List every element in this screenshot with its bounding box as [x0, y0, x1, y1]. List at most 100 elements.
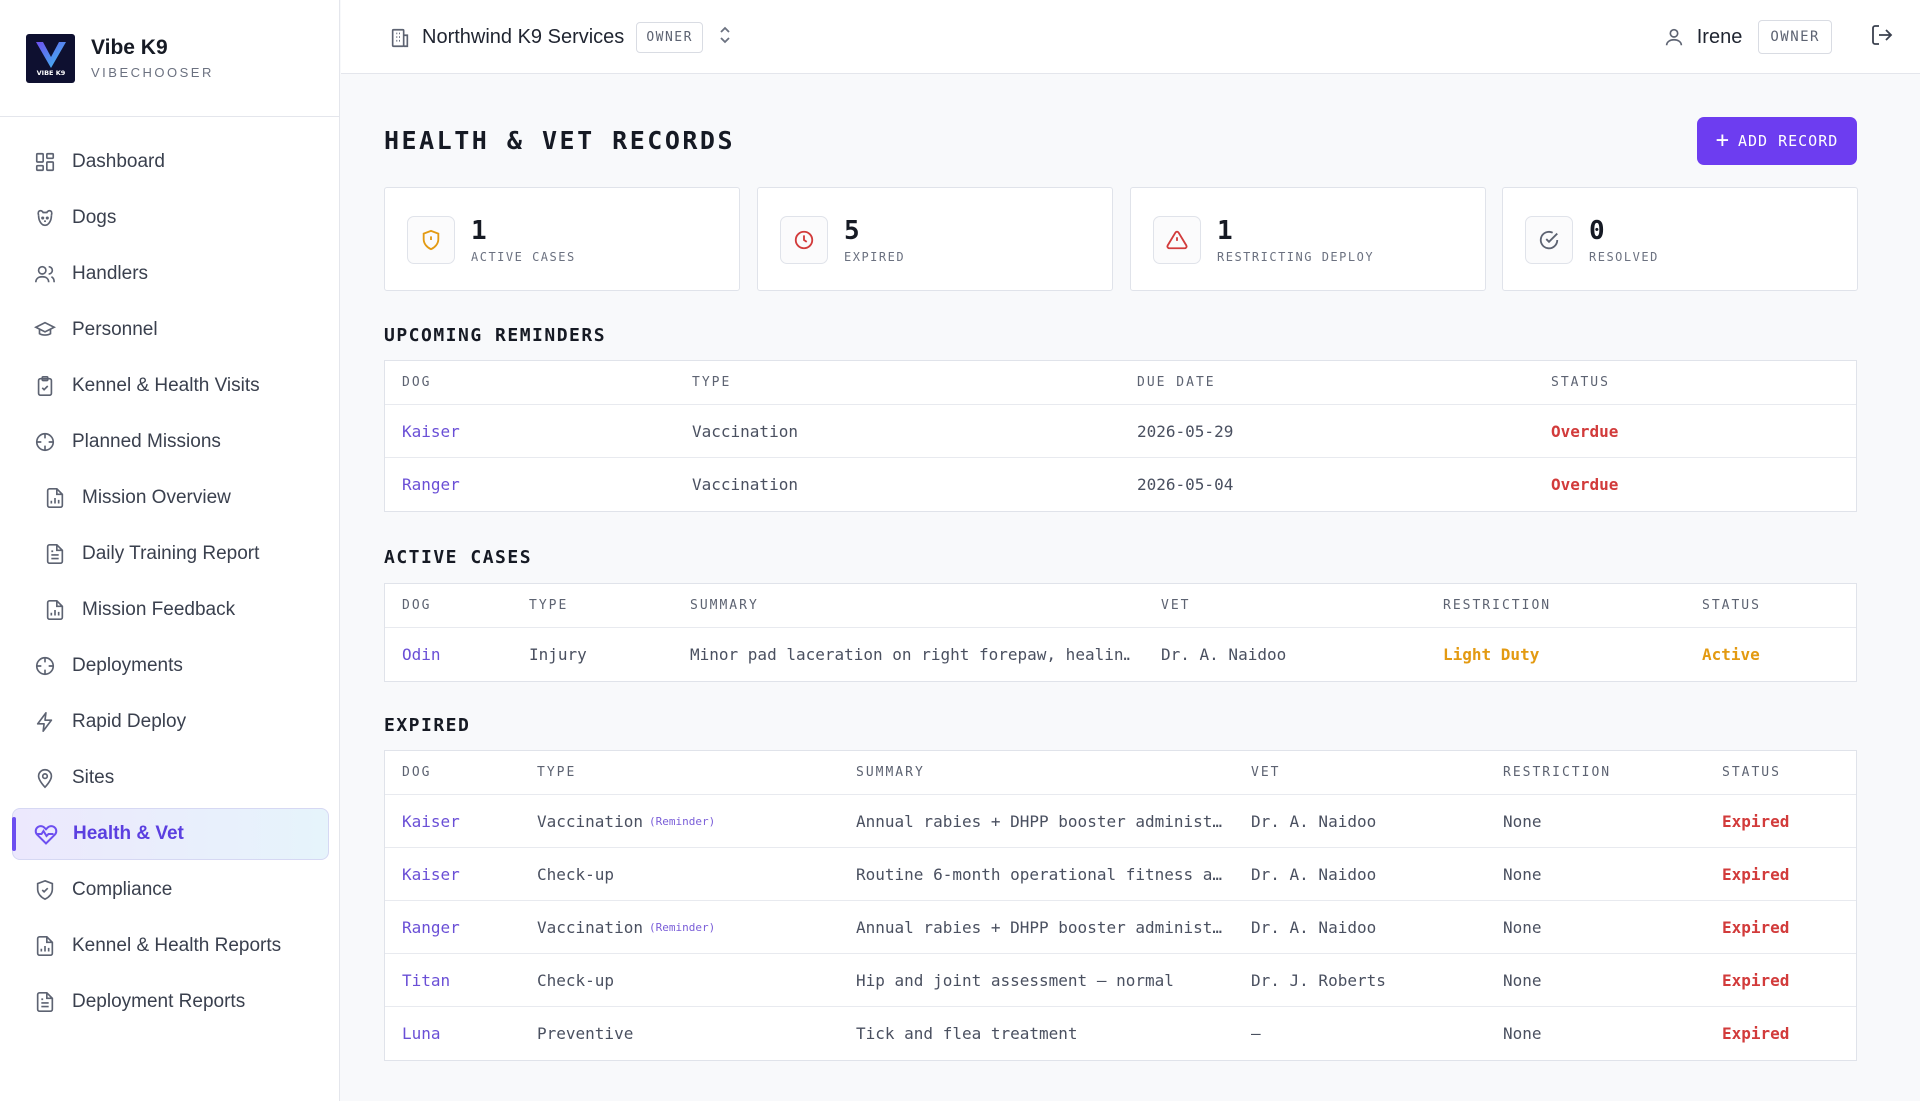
user-icon	[1663, 26, 1685, 48]
crosshair-icon	[32, 429, 58, 455]
restriction-cell: None	[1503, 970, 1542, 990]
section-title-active-cases: ACTIVE CASES	[384, 547, 533, 568]
sidebar-item-personnel[interactable]: Personnel	[12, 304, 329, 356]
brand-logo: VIBE K9	[26, 33, 75, 83]
summary-cell: Routine 6-month operational fitness a…	[856, 864, 1223, 884]
type-cell: Vaccination (Reminder)	[537, 795, 715, 847]
restriction-cell: None	[1503, 864, 1542, 884]
sidebar-item-handlers[interactable]: Handlers	[12, 248, 329, 300]
stat-value: 1	[471, 216, 487, 246]
chevron-up-down-icon[interactable]	[717, 25, 733, 50]
map-pin-icon	[32, 765, 58, 791]
section-title-reminders: UPCOMING REMINDERS	[384, 325, 607, 346]
table-row[interactable]: Kaiser Vaccination (Reminder) Annual rabi…	[385, 795, 1856, 848]
type-text: Vaccination	[537, 811, 643, 831]
table-row[interactable]: Odin Injury Minor pad laceration on righ…	[385, 628, 1856, 681]
add-record-button[interactable]: + ADD RECORD	[1697, 117, 1857, 165]
column-header: STATUS	[1551, 375, 1610, 390]
shield-alert-icon	[407, 216, 455, 264]
sidebar-item-kennel-health-reports[interactable]: Kennel & Health Reports	[12, 920, 329, 972]
clipboard-check-icon	[32, 373, 58, 399]
sidebar-item-kennel-health-visits[interactable]: Kennel & Health Visits	[12, 360, 329, 412]
sidebar-item-rapid-deploy[interactable]: Rapid Deploy	[12, 696, 329, 748]
sidebar-item-sites[interactable]: Sites	[12, 752, 329, 804]
sidebar-item-label: Kennel & Health Visits	[72, 375, 260, 396]
vet-cell: —	[1251, 1024, 1261, 1043]
summary-cell: Tick and flea treatment	[856, 1024, 1078, 1043]
brand-subtitle: VIBECHOOSER	[91, 65, 214, 80]
user-menu: Irene OWNER	[1663, 20, 1894, 54]
alert-triangle-icon	[1153, 216, 1201, 264]
dog-link[interactable]: Titan	[402, 954, 450, 1006]
check-circle-icon	[1525, 216, 1573, 264]
dog-link[interactable]: Luna	[402, 1007, 441, 1060]
table-row[interactable]: Ranger Vaccination (Reminder) Annual rabi…	[385, 901, 1856, 954]
column-header: DUE DATE	[1137, 375, 1216, 390]
sidebar-item-label: Deployments	[72, 655, 183, 676]
status-cell: Expired	[1722, 1024, 1790, 1043]
vet-cell: Dr. J. Roberts	[1251, 970, 1386, 990]
table-header-row: DOG TYPE SUMMARY VET RESTRICTION STATUS	[385, 584, 1856, 628]
stat-label: EXPIRED	[844, 250, 906, 264]
sidebar-item-dashboard[interactable]: Dashboard	[12, 136, 329, 188]
svg-text:VIBE K9: VIBE K9	[36, 69, 65, 77]
brand-name: Vibe K9	[91, 36, 168, 59]
crosshair-icon	[32, 653, 58, 679]
reminder-tag: (Reminder)	[648, 920, 716, 934]
sidebar-item-compliance[interactable]: Compliance	[12, 864, 329, 916]
table-row[interactable]: Kaiser Check-up Routine 6-month operatio…	[385, 848, 1856, 901]
sidebar-item-label: Dogs	[72, 207, 117, 228]
active-cases-table: DOG TYPE SUMMARY VET RESTRICTION STATUS …	[384, 583, 1857, 682]
column-header: SUMMARY	[856, 765, 925, 780]
column-header: VET	[1251, 765, 1281, 780]
sidebar: VIBE K9 Vibe K9 VIBECHOOSER Dashboard Do…	[0, 0, 340, 1101]
table-row[interactable]: Kaiser Vaccination 2026-05-29 Overdue	[385, 405, 1856, 458]
column-header: TYPE	[692, 375, 732, 390]
sidebar-item-mission-overview[interactable]: Mission Overview	[12, 472, 329, 524]
org-name: Northwind K9 Services	[422, 26, 625, 48]
status-cell: Overdue	[1551, 421, 1619, 441]
sidebar-item-daily-training-report[interactable]: Daily Training Report	[12, 528, 329, 580]
org-role-badge: OWNER	[636, 22, 703, 53]
dog-link[interactable]: Ranger	[402, 458, 460, 511]
sidebar-item-label: Deployment Reports	[72, 991, 246, 1012]
summary-cell: Minor pad laceration on right forepaw, h…	[690, 645, 1130, 664]
reminder-tag: (Reminder)	[648, 814, 716, 828]
org-switcher[interactable]: Northwind K9 Services OWNER	[388, 22, 733, 53]
status-cell: Expired	[1722, 864, 1790, 884]
sidebar-item-deployments[interactable]: Deployments	[12, 640, 329, 692]
status-cell: Overdue	[1551, 475, 1619, 494]
table-row[interactable]: Luna Preventive Tick and flea treatment …	[385, 1007, 1856, 1060]
stat-value: 0	[1589, 216, 1605, 246]
type-cell: Injury	[529, 645, 587, 664]
user-name: Irene	[1696, 25, 1743, 48]
sidebar-item-mission-feedback[interactable]: Mission Feedback	[12, 584, 329, 636]
dog-icon	[32, 205, 58, 231]
stat-label: ACTIVE CASES	[471, 250, 576, 264]
dog-link[interactable]: Ranger	[402, 901, 460, 953]
sidebar-item-health-vet[interactable]: Health & Vet	[12, 808, 329, 860]
dog-link[interactable]: Kaiser	[402, 795, 460, 847]
sidebar-item-label: Daily Training Report	[82, 543, 260, 564]
column-header: DOG	[402, 598, 432, 613]
bolt-icon	[32, 709, 58, 735]
type-cell: Vaccination (Reminder)	[537, 901, 715, 953]
status-cell: Expired	[1722, 970, 1790, 990]
graduation-cap-icon	[32, 317, 58, 343]
table-row[interactable]: Titan Check-up Hip and joint assessment …	[385, 954, 1856, 1007]
restriction-cell: Light Duty	[1443, 645, 1540, 664]
table-row[interactable]: Ranger Vaccination 2026-05-04 Overdue	[385, 458, 1856, 511]
sidebar-item-deployment-reports[interactable]: Deployment Reports	[12, 976, 329, 1028]
dog-link[interactable]: Odin	[402, 628, 441, 681]
sidebar-item-dogs[interactable]: Dogs	[12, 192, 329, 244]
type-cell: Vaccination	[692, 421, 798, 441]
logout-icon[interactable]	[1870, 23, 1894, 52]
column-header: STATUS	[1722, 765, 1781, 780]
dog-link[interactable]: Kaiser	[402, 848, 460, 900]
sidebar-item-planned-missions[interactable]: Planned Missions	[12, 416, 329, 468]
grid-icon	[32, 149, 58, 175]
restriction-cell: None	[1503, 811, 1542, 831]
column-header: RESTRICTION	[1443, 598, 1552, 613]
dog-link[interactable]: Kaiser	[402, 405, 460, 457]
column-header: TYPE	[529, 598, 569, 613]
